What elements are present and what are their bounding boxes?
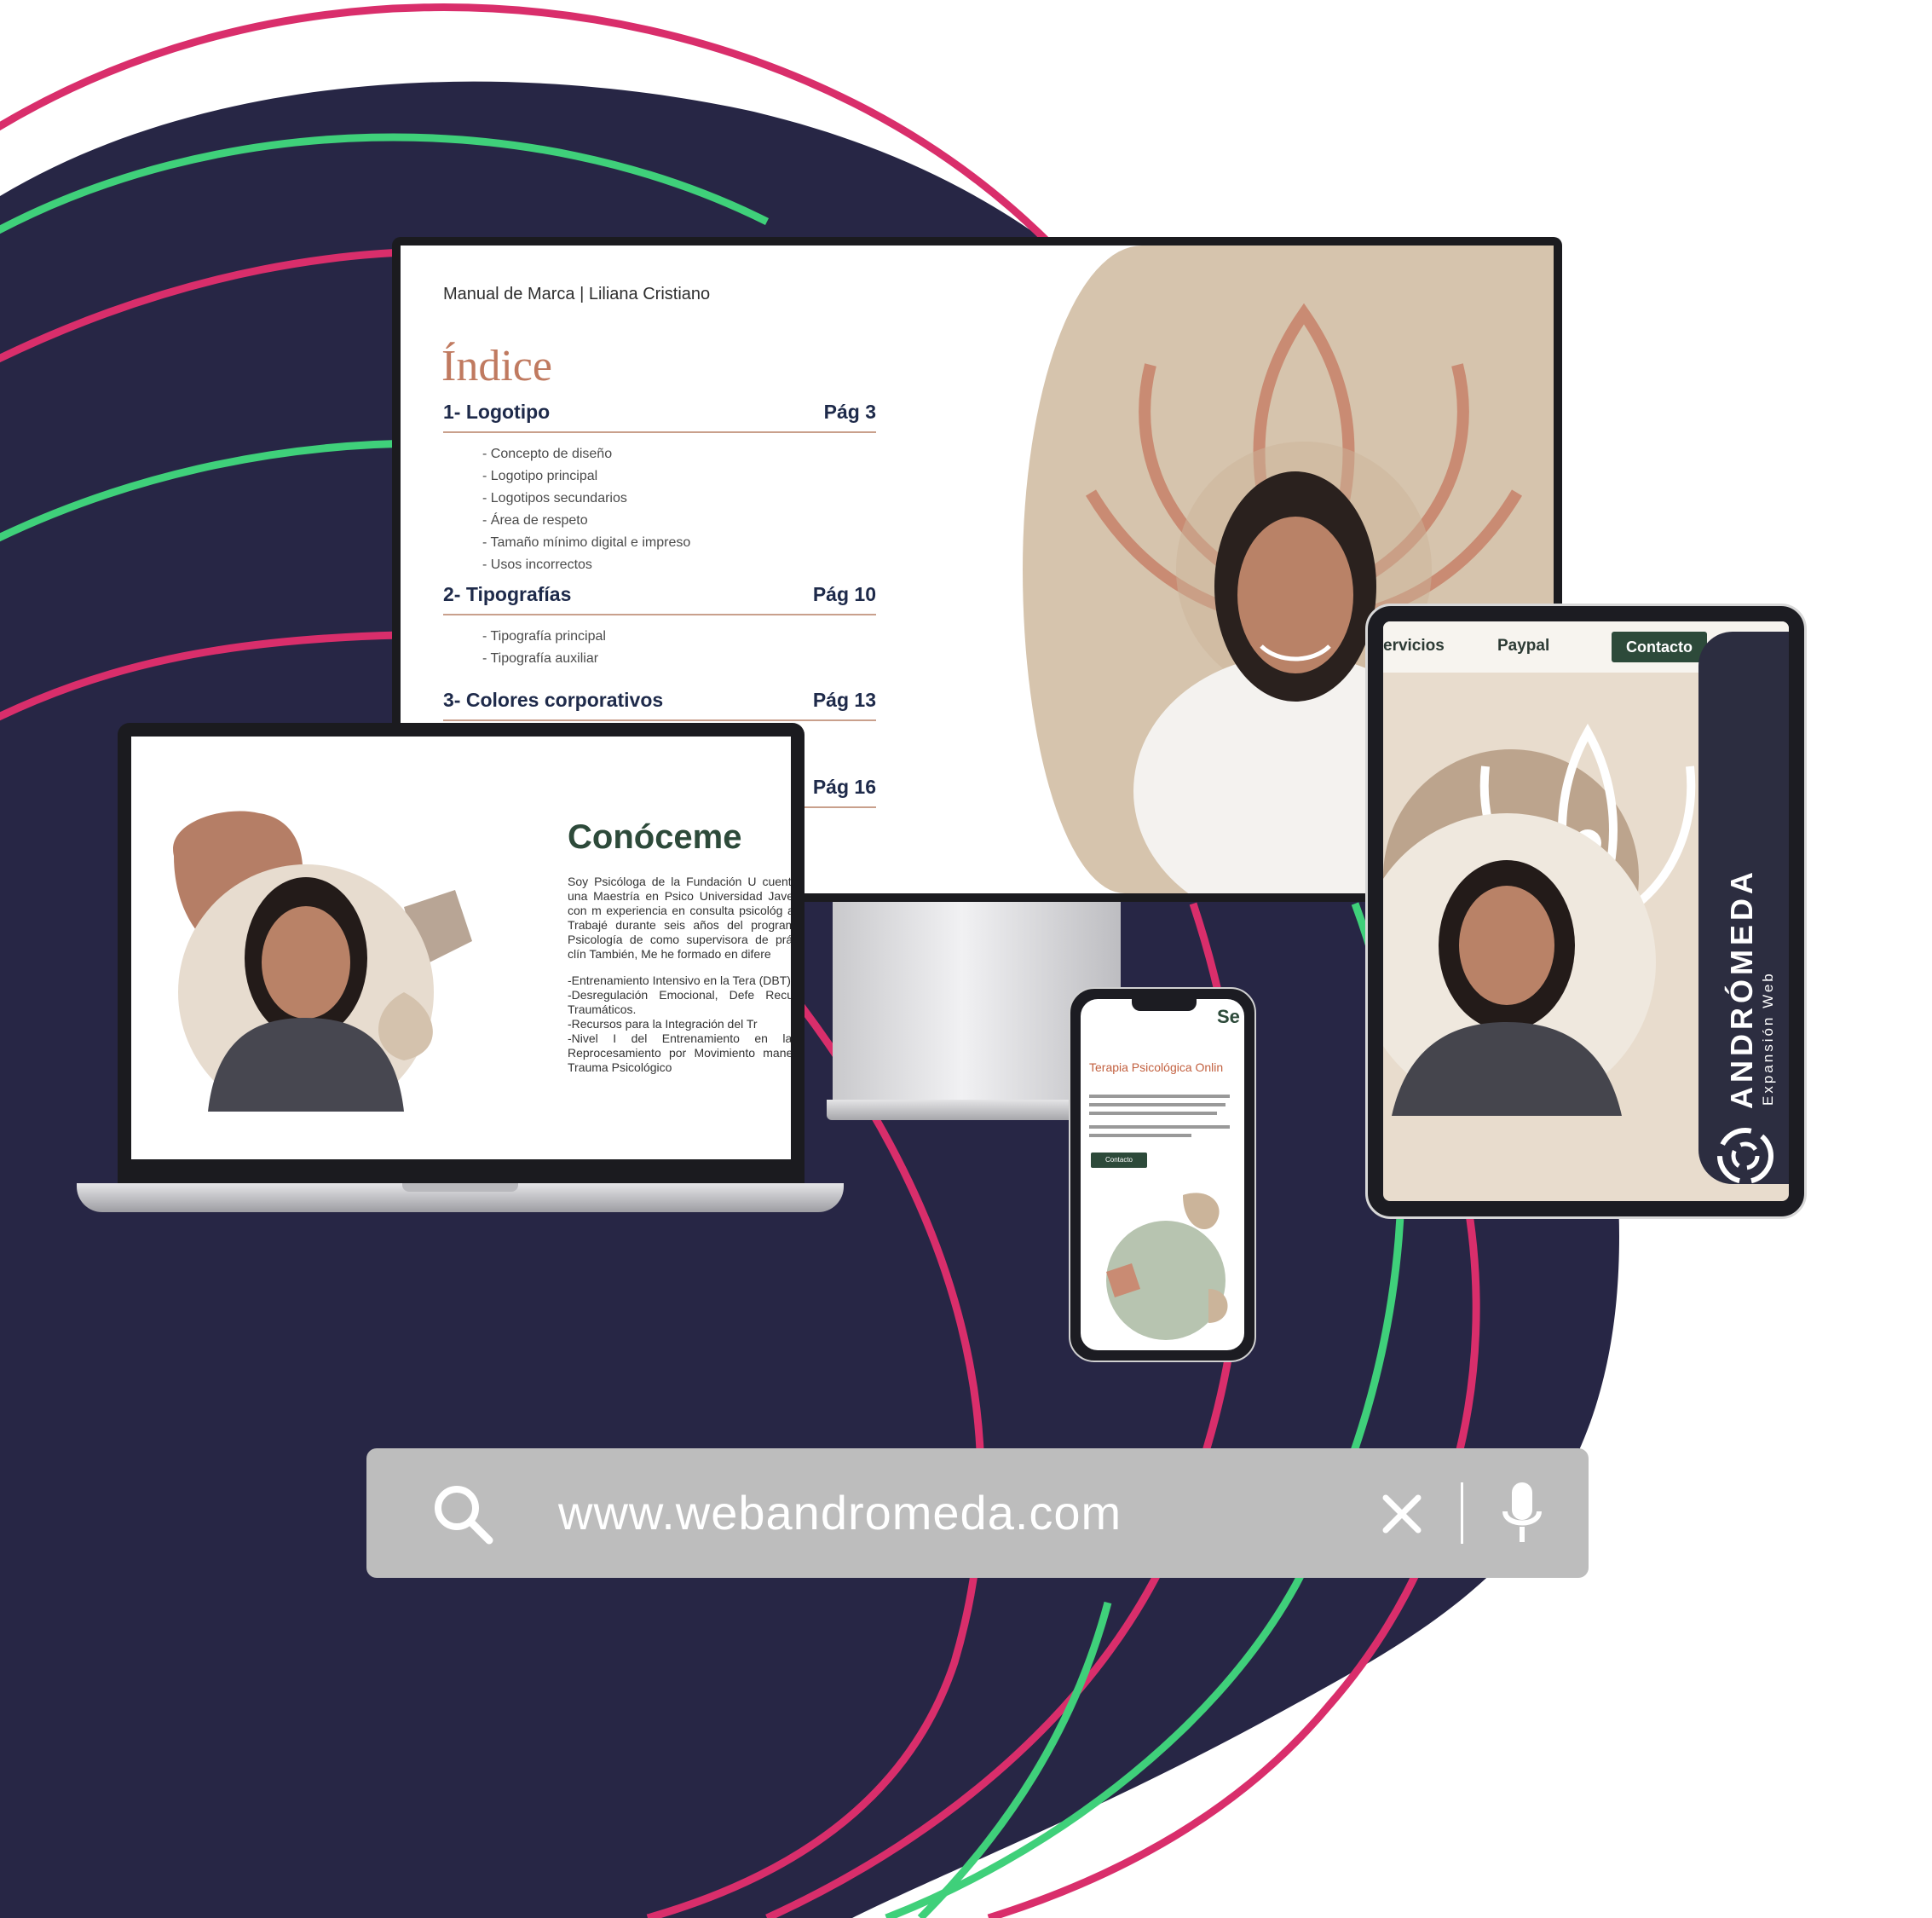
section-page: Pág 3 <box>823 401 876 423</box>
search-divider <box>1461 1482 1463 1544</box>
index-section-logotipo[interactable]: 1- Logotipo Pág 3 <box>443 401 876 433</box>
section-title: 3- Colores corporativos <box>443 689 664 711</box>
andromeda-logo-icon <box>1717 1128 1773 1184</box>
laptop: Conóceme Soy Psicóloga de la Fundación U… <box>118 723 805 1183</box>
tablet: ervicios Paypal Contacto ANDRÓMEDA Expan… <box>1365 604 1807 1219</box>
section-page: Pág 16 <box>812 776 876 798</box>
brand-text: ANDRÓMEDA Expansión Web <box>1724 868 1777 1109</box>
tablet-screen: ervicios Paypal Contacto ANDRÓMEDA Expan… <box>1383 621 1789 1201</box>
list-item: - Área de respeto <box>482 513 588 528</box>
brand-tagline: Expansión Web <box>1760 971 1776 1106</box>
nav-services[interactable]: ervicios <box>1383 637 1445 656</box>
list-item: - Logotipo principal <box>482 469 598 483</box>
index-section-colores[interactable]: 3- Colores corporativos Pág 13 <box>443 689 876 721</box>
list-item: - Usos incorrectos <box>482 557 592 572</box>
about-photo-graphic <box>173 811 472 1112</box>
list-item: -Entrenamiento Intensivo en la Tera (DBT… <box>568 973 791 987</box>
about-title: Conóceme <box>568 818 742 856</box>
index-title: Índice <box>441 342 552 390</box>
section-title: 1- Logotipo <box>443 401 551 423</box>
search-input[interactable]: www.webandromeda.com <box>558 1485 1122 1540</box>
list-item: -Nivel I del Entrenamiento en la Ter Rep… <box>568 1031 791 1074</box>
section-page: Pág 13 <box>812 689 876 711</box>
phone-paragraph-placeholder <box>1089 1095 1230 1137</box>
section-items-logotipo: - Concepto de diseño - Logotipo principa… <box>482 443 690 576</box>
list-item: - Tamaño mínimo digital e impreso <box>482 535 691 550</box>
clear-icon[interactable] <box>1381 1493 1423 1535</box>
list-item: - Logotipos secundarios <box>482 491 627 505</box>
phone-header: Se <box>1217 1006 1240 1027</box>
nav-paypal[interactable]: Paypal <box>1497 637 1549 656</box>
list-item: -Recursos para la Integración del Tr <box>568 1017 758 1031</box>
nav-contact-button[interactable]: Contacto <box>1612 632 1707 662</box>
phone-notch <box>1132 999 1197 1011</box>
tablet-hero-graphic <box>1383 723 1696 1116</box>
laptop-screen: Conóceme Soy Psicóloga de la Fundación U… <box>131 737 791 1159</box>
brand-name: ANDRÓMEDA <box>1724 868 1759 1109</box>
brand-side-panel: ANDRÓMEDA Expansión Web <box>1698 632 1789 1184</box>
section-page: Pág 10 <box>812 583 876 605</box>
phone-image-graphic <box>1106 1193 1228 1340</box>
microphone-icon[interactable] <box>1500 1479 1544 1549</box>
section-items-tipografias: - Tipografía principal - Tipografía auxi… <box>482 626 606 670</box>
manual-header: Manual de Marca | Liliana Cristiano <box>443 285 711 303</box>
list-item: -Desregulación Emocional, Defe Recuerdos… <box>568 988 791 1016</box>
list-item: - Tipografía principal <box>482 629 606 644</box>
smartphone: Se Terapia Psicológica Onlin Contacto <box>1069 987 1256 1362</box>
about-text: Soy Psicóloga de la Fundación U cuento c… <box>568 875 791 1075</box>
list-item: - Concepto de diseño <box>482 447 613 461</box>
list-item: - Tipografía auxiliar <box>482 651 599 666</box>
section-title: 2- Tipografías <box>443 583 572 605</box>
phone-screen: Se Terapia Psicológica Onlin Contacto <box>1081 999 1244 1350</box>
about-paragraph: Soy Psicóloga de la Fundación U cuento c… <box>568 875 791 961</box>
search-bar[interactable]: www.webandromeda.com <box>366 1448 1589 1578</box>
search-icon[interactable] <box>431 1482 496 1547</box>
phone-contact-button[interactable]: Contacto <box>1091 1153 1147 1168</box>
phone-title: Terapia Psicológica Onlin <box>1089 1060 1224 1074</box>
index-section-tipografias[interactable]: 2- Tipografías Pág 10 <box>443 583 876 615</box>
laptop-notch <box>402 1183 518 1192</box>
